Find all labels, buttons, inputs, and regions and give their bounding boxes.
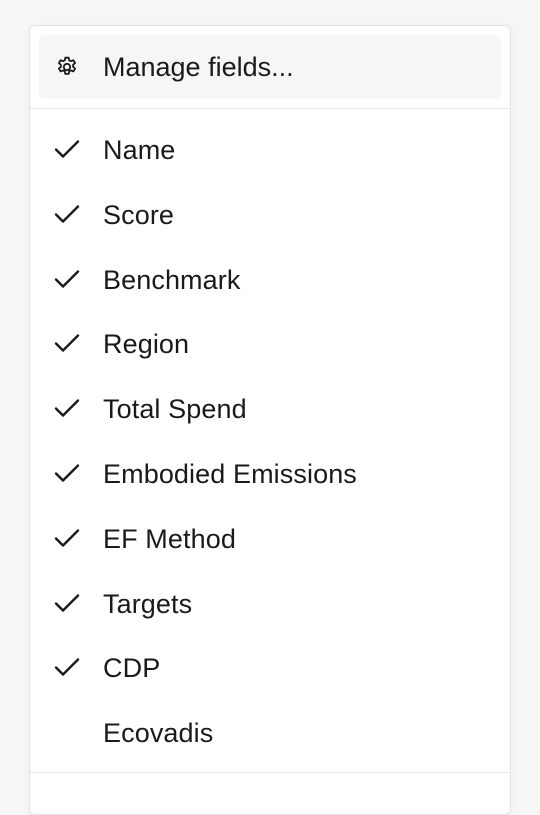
- checkmark-icon: [54, 593, 80, 612]
- field-label: Score: [103, 199, 175, 230]
- field-item-name[interactable]: Name: [30, 118, 510, 183]
- field-item-benchmark[interactable]: Benchmark: [30, 248, 510, 313]
- field-item-score[interactable]: Score: [30, 183, 510, 248]
- field-label: EF Method: [103, 523, 236, 554]
- field-item-embodied-emissions[interactable]: Embodied Emissions: [30, 442, 510, 507]
- field-item-total-spend[interactable]: Total Spend: [30, 377, 510, 442]
- field-label: Region: [103, 329, 190, 360]
- checkmark-icon: [54, 529, 80, 547]
- checkmark-icon: [54, 399, 80, 417]
- manage-fields-label: Manage fields...: [103, 52, 294, 82]
- field-item-ecovadis[interactable]: Ecovadis: [30, 701, 510, 766]
- field-label: Name: [103, 135, 176, 165]
- field-label: Embodied Emissions: [103, 458, 357, 489]
- field-list: Name Score Benchmark Region Total Spend …: [30, 118, 510, 766]
- field-label: Targets: [103, 588, 193, 619]
- field-item-targets[interactable]: Targets: [30, 572, 510, 637]
- checkmark-icon: [54, 205, 80, 223]
- checkmark-icon: [54, 269, 80, 288]
- checkmark-icon: [54, 334, 80, 353]
- checkmark-icon: [54, 658, 80, 677]
- field-label: Ecovadis: [103, 718, 214, 749]
- checkmark-icon: [54, 464, 80, 482]
- manage-fields-button[interactable]: Manage fields...: [39, 35, 501, 99]
- checkmark-icon: [54, 140, 80, 158]
- gear-icon: [58, 56, 76, 75]
- field-label: Benchmark: [103, 264, 241, 295]
- field-item-ef-method[interactable]: EF Method: [30, 507, 510, 572]
- field-item-region[interactable]: Region: [30, 312, 510, 377]
- menu-divider: [30, 108, 510, 109]
- field-visibility-menu: Manage fields... Name Score Benchmark Re…: [29, 25, 511, 815]
- menu-divider: [30, 772, 510, 773]
- field-label: Total Spend: [103, 394, 247, 425]
- field-item-cdp[interactable]: CDP: [30, 636, 510, 701]
- field-label: CDP: [103, 653, 161, 684]
